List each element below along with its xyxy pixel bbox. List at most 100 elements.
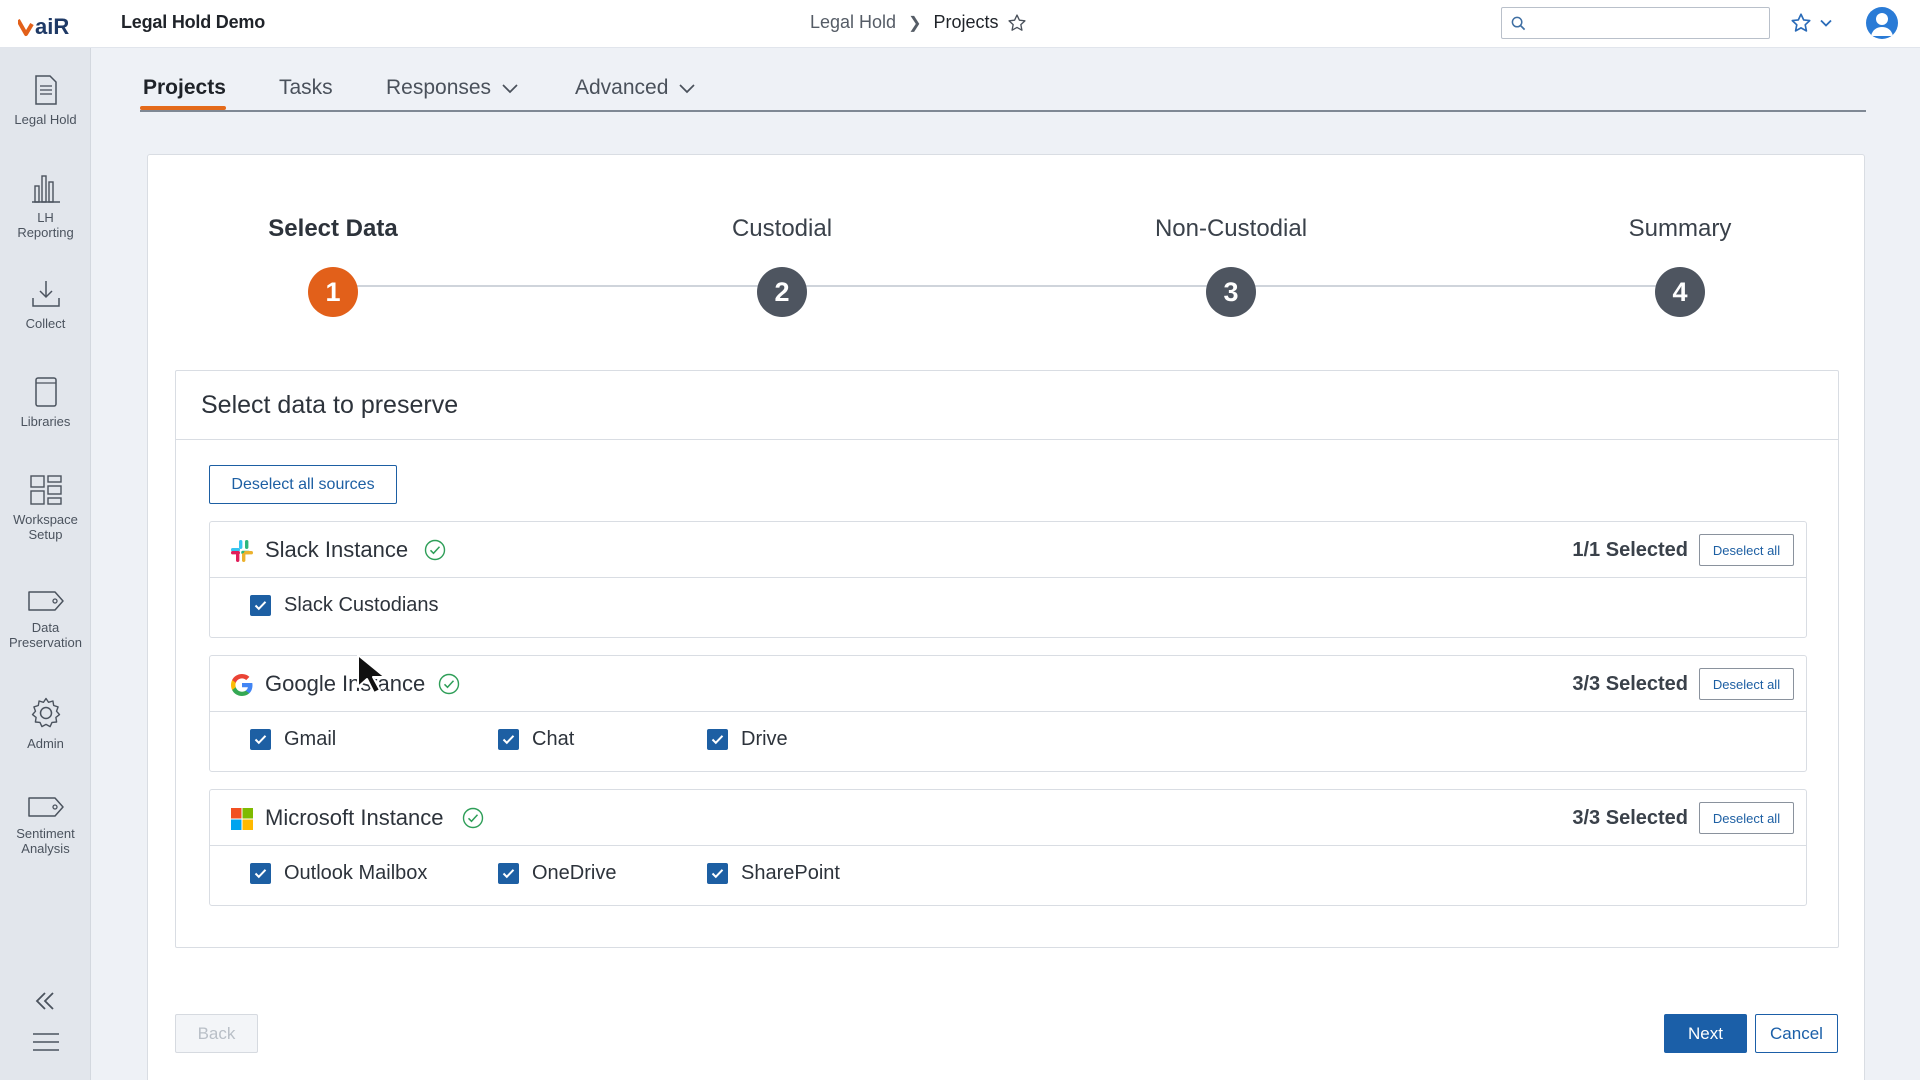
air-logo-icon[interactable]: aiR	[18, 10, 80, 38]
option-label: OneDrive	[532, 862, 617, 884]
breadcrumb-legal-hold[interactable]: Legal Hold	[810, 12, 896, 33]
deselect-all-sources-button[interactable]: Deselect all sources	[209, 465, 397, 504]
sidebar-item-label: Admin	[27, 736, 64, 751]
check-circle-icon	[462, 807, 484, 829]
source-name: Slack Instance	[265, 537, 409, 562]
step-number: 1	[308, 267, 358, 317]
sidebar-item-label: Workspace Setup	[13, 512, 78, 542]
checkbox-slack-custodians[interactable]: Slack Custodians	[250, 594, 439, 617]
panel-title: Select data to preserve	[201, 391, 459, 419]
user-avatar[interactable]	[1866, 7, 1898, 39]
sidebar-item-label: LH Reporting	[17, 210, 74, 240]
source-header: Microsoft Instance 3/3 Selected Deselect…	[210, 790, 1806, 846]
source-google: Google Instance 3/3 Selected Deselect al…	[209, 655, 1807, 772]
deselect-all-button[interactable]: Deselect all	[1699, 802, 1794, 834]
sidebar-item-data-preservation[interactable]: Data Preservation	[0, 588, 91, 650]
source-slack: Slack Instance 1/1 Selected Deselect all…	[209, 521, 1807, 638]
checkbox-onedrive[interactable]: OneDrive	[498, 862, 616, 885]
mouse-cursor-icon	[357, 654, 386, 694]
sidebar-item-label: Sentiment Analysis	[16, 826, 75, 856]
chevron-down-icon[interactable]	[1818, 15, 1834, 31]
sidebar-item-label: Legal Hold	[14, 112, 77, 127]
step-select-data[interactable]: Select Data 1	[213, 215, 453, 317]
sidebar-item-collect[interactable]: Collect	[0, 278, 91, 331]
checkbox-checked-icon	[250, 595, 271, 616]
source-header: Slack Instance 1/1 Selected Deselect all	[210, 522, 1806, 578]
sidebar-item-admin[interactable]: Admin	[0, 696, 91, 751]
svg-text:aiR: aiR	[35, 14, 69, 38]
checkbox-drive[interactable]: Drive	[707, 728, 788, 751]
tag-icon	[27, 797, 64, 817]
tab-tasks[interactable]: Tasks	[279, 76, 333, 100]
sidebar-item-label: Libraries	[20, 414, 71, 429]
tab-label: Responses	[386, 76, 492, 99]
sidebar-item-sentiment-analysis[interactable]: Sentiment Analysis	[0, 794, 91, 856]
checkbox-checked-icon	[707, 729, 728, 750]
sidebar-item-lh-reporting[interactable]: LH Reporting	[0, 172, 91, 240]
gear-icon	[31, 697, 60, 728]
selected-count: 3/3 Selected	[1572, 673, 1688, 695]
option-label: Gmail	[284, 728, 337, 750]
search-input[interactable]	[1532, 12, 1762, 34]
source-name: Microsoft Instance	[265, 805, 444, 830]
divider	[176, 439, 1838, 440]
tab-responses[interactable]: Responses	[386, 76, 519, 100]
step-label: Non-Custodial	[1154, 215, 1308, 242]
step-custodial[interactable]: Custodial 2	[662, 215, 902, 317]
microsoft-logo-icon	[231, 808, 253, 830]
download-tray-icon	[31, 281, 60, 307]
active-tab-indicator	[140, 106, 226, 110]
collapse-sidebar-icon[interactable]	[32, 988, 58, 1014]
google-logo-icon	[231, 674, 253, 696]
tab-projects[interactable]: Projects	[143, 76, 226, 100]
tag-icon	[27, 591, 64, 611]
sidebar-item-libraries[interactable]: Libraries	[0, 376, 91, 429]
checkbox-sharepoint[interactable]: SharePoint	[707, 862, 840, 885]
tab-bar: Projects Tasks Responses Advanced	[140, 68, 1866, 112]
search-box[interactable]	[1501, 7, 1770, 39]
favorites-star-icon[interactable]	[1790, 12, 1812, 34]
breadcrumb: Legal Hold ❯ Projects	[810, 12, 1027, 33]
top-bar: aiR Legal Hold Demo Legal Hold ❯ Project…	[0, 0, 1920, 48]
back-button[interactable]: Back	[175, 1014, 258, 1053]
step-label: Summary	[1628, 215, 1732, 242]
sidebar: Legal Hold LH Reporting Collect Librarie…	[0, 48, 91, 1080]
deselect-all-button[interactable]: Deselect all	[1699, 534, 1794, 566]
sidebar-item-label: Data Preservation	[9, 620, 82, 650]
option-label: Chat	[532, 728, 575, 750]
sidebar-item-label: Collect	[25, 316, 66, 331]
star-outline-icon[interactable]	[1007, 13, 1027, 33]
selected-count: 3/3 Selected	[1572, 807, 1688, 829]
checkbox-gmail[interactable]: Gmail	[250, 728, 336, 751]
sidebar-item-workspace-setup[interactable]: Workspace Setup	[0, 474, 91, 542]
selected-count: 1/1 Selected	[1572, 539, 1688, 561]
step-summary[interactable]: Summary 4	[1560, 215, 1800, 317]
tab-advanced[interactable]: Advanced	[575, 76, 696, 100]
option-label: Drive	[741, 728, 788, 750]
hamburger-menu-icon[interactable]	[32, 1030, 60, 1054]
step-non-custodial[interactable]: Non-Custodial 3	[1111, 215, 1351, 317]
cancel-button[interactable]: Cancel	[1755, 1014, 1838, 1053]
sidebar-item-legal-hold[interactable]: Legal Hold	[0, 74, 91, 127]
check-circle-icon	[438, 673, 460, 695]
wizard-card: Select Data 1 Custodial 2 Non-Custodial …	[147, 154, 1865, 1080]
user-icon	[1871, 13, 1893, 36]
book-icon	[34, 377, 57, 407]
bar-chart-icon	[31, 175, 60, 203]
checkbox-outlook-mailbox[interactable]: Outlook Mailbox	[250, 862, 427, 885]
tab-label: Projects	[143, 76, 226, 99]
source-microsoft: Microsoft Instance 3/3 Selected Deselect…	[209, 789, 1807, 906]
checkbox-chat[interactable]: Chat	[498, 728, 574, 751]
chevron-right-icon: ❯	[908, 14, 922, 32]
chevron-down-icon	[502, 84, 518, 94]
deselect-all-button[interactable]: Deselect all	[1699, 668, 1794, 700]
option-label: SharePoint	[741, 862, 840, 884]
select-data-panel: Select data to preserve Deselect all sou…	[175, 370, 1839, 948]
checkbox-checked-icon	[707, 863, 728, 884]
tab-label: Advanced	[575, 76, 669, 99]
slack-logo-icon	[231, 540, 253, 562]
search-icon	[1511, 16, 1526, 31]
step-number: 4	[1655, 267, 1705, 317]
checkbox-checked-icon	[498, 729, 519, 750]
next-button[interactable]: Next	[1664, 1014, 1747, 1053]
